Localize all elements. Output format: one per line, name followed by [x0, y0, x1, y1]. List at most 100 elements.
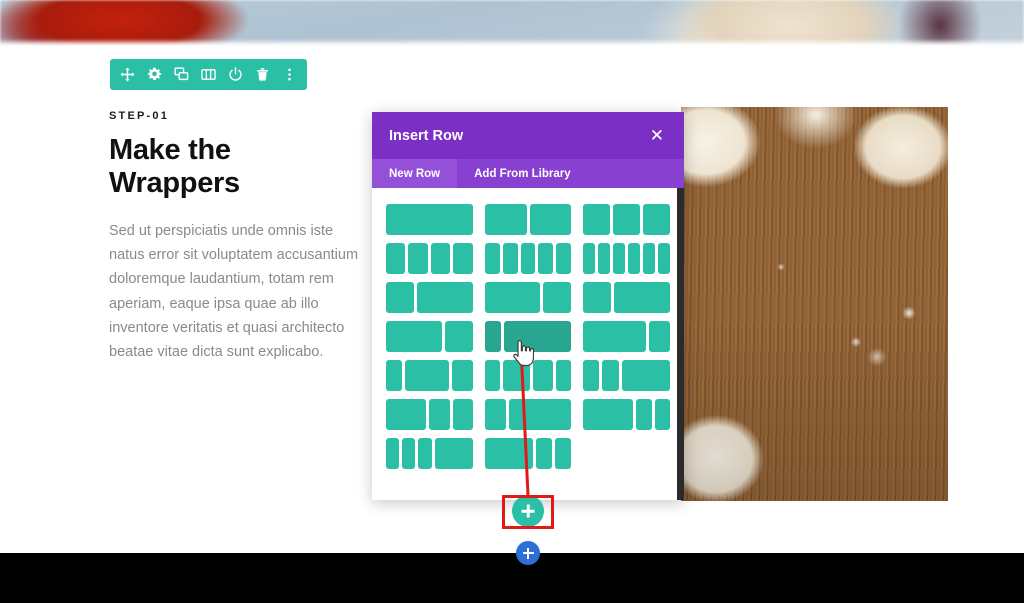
layout-column-block [602, 360, 619, 391]
layout-column-block [621, 360, 670, 391]
layout-column-block [583, 282, 612, 313]
body-paragraph: Sed ut perspiciatis unde omnis iste natu… [109, 222, 359, 361]
layout-column-block [583, 243, 596, 274]
layout-column-block [649, 321, 670, 352]
layout-column-block [386, 243, 406, 274]
layout-column-block [418, 438, 432, 469]
row-layout-grid [386, 204, 670, 469]
step-label: STEP-01 [109, 110, 170, 122]
row-layout-option[interactable] [386, 204, 473, 235]
row-layout-option[interactable] [583, 282, 670, 313]
layout-column-block [453, 243, 473, 274]
layout-column-block [520, 243, 536, 274]
module-toolbar[interactable] [110, 59, 307, 90]
layout-column-block [613, 243, 626, 274]
mouse-cursor [513, 340, 534, 367]
row-layout-option[interactable] [583, 399, 670, 430]
modal-header: Insert Row ✕ [372, 112, 684, 159]
row-layout-option[interactable] [484, 399, 572, 430]
modal-tab-bar: New Row Add From Library [372, 159, 684, 188]
row-layout-option[interactable] [386, 243, 473, 274]
layout-column-block [555, 360, 572, 391]
layout-column-block [386, 399, 427, 430]
layout-column-block [408, 243, 428, 274]
trash-icon[interactable] [255, 67, 270, 82]
tab-add-from-library[interactable]: Add From Library [457, 159, 587, 188]
add-section-button[interactable] [516, 541, 540, 565]
gear-icon[interactable] [147, 67, 162, 82]
layout-column-block [430, 243, 451, 274]
layout-column-block [405, 360, 450, 391]
layout-column-block [613, 204, 641, 235]
power-icon[interactable] [228, 67, 243, 82]
insert-row-modal: Insert Row ✕ New Row Add From Library [372, 112, 684, 500]
bottom-bar [0, 553, 1024, 603]
layout-column-block [484, 321, 502, 352]
row-layout-option[interactable] [386, 438, 473, 469]
layout-column-block [529, 204, 572, 235]
layout-column-block [628, 243, 641, 274]
layout-column-block [538, 243, 554, 274]
annotation-box [502, 495, 554, 529]
layout-column-block [583, 204, 611, 235]
content-column: STEP-01 Make the Wrappers Sed ut perspic… [109, 110, 364, 364]
layout-column-block [452, 360, 473, 391]
layout-column-block [444, 321, 473, 352]
layout-column-block [484, 243, 500, 274]
layout-column-block [386, 204, 473, 235]
top-hero-image [0, 0, 1024, 45]
layout-column-block [583, 360, 600, 391]
duplicate-icon[interactable] [174, 67, 189, 82]
dough-photo [681, 107, 948, 501]
layout-column-block [386, 360, 403, 391]
row-layout-option[interactable] [583, 321, 670, 352]
move-icon[interactable] [120, 67, 135, 82]
layout-column-block [484, 204, 527, 235]
layout-column-block [643, 243, 656, 274]
row-layout-option[interactable] [386, 360, 473, 391]
layout-column-block [402, 438, 416, 469]
modal-scrollbar[interactable] [677, 188, 684, 500]
page-title: Make the Wrappers [109, 134, 240, 200]
layout-column-block [583, 321, 647, 352]
layout-column-block [556, 243, 572, 274]
row-layout-option[interactable] [386, 282, 473, 313]
layout-column-block [543, 282, 572, 313]
plus-icon-vertical [527, 547, 529, 559]
layout-column-block [536, 438, 553, 469]
layout-column-block [636, 399, 652, 430]
layout-column-block [452, 399, 473, 430]
close-icon[interactable]: ✕ [647, 125, 667, 146]
row-layout-option[interactable] [484, 243, 572, 274]
layout-column-block [386, 438, 400, 469]
layout-column-block [502, 243, 518, 274]
layout-column-block [416, 282, 473, 313]
tab-new-row[interactable]: New Row [372, 159, 458, 188]
row-layout-option[interactable] [484, 204, 572, 235]
columns-icon[interactable] [201, 67, 216, 82]
layout-column-block [643, 204, 670, 235]
layout-column-block [386, 321, 442, 352]
layout-column-block [654, 399, 670, 430]
row-layout-option[interactable] [583, 243, 670, 274]
layout-column-block [484, 438, 534, 469]
kebab-menu-icon[interactable] [282, 67, 297, 82]
layout-column-block [533, 360, 553, 391]
row-layout-option[interactable] [484, 282, 572, 313]
layout-column-block [614, 282, 670, 313]
layout-column-block [484, 282, 541, 313]
layout-column-block [658, 243, 670, 274]
layout-column-block [555, 438, 572, 469]
layout-column-block [484, 399, 506, 430]
layout-column-block [598, 243, 611, 274]
layout-column-block [429, 399, 450, 430]
row-layout-option[interactable] [583, 360, 670, 391]
layout-column-block [386, 282, 414, 313]
row-layout-option[interactable] [386, 399, 473, 430]
layout-column-block [484, 360, 501, 391]
row-layout-option[interactable] [484, 438, 572, 469]
row-layout-option[interactable] [386, 321, 473, 352]
layout-column-block [434, 438, 473, 469]
layout-column-block [583, 399, 634, 430]
row-layout-option[interactable] [583, 204, 670, 235]
